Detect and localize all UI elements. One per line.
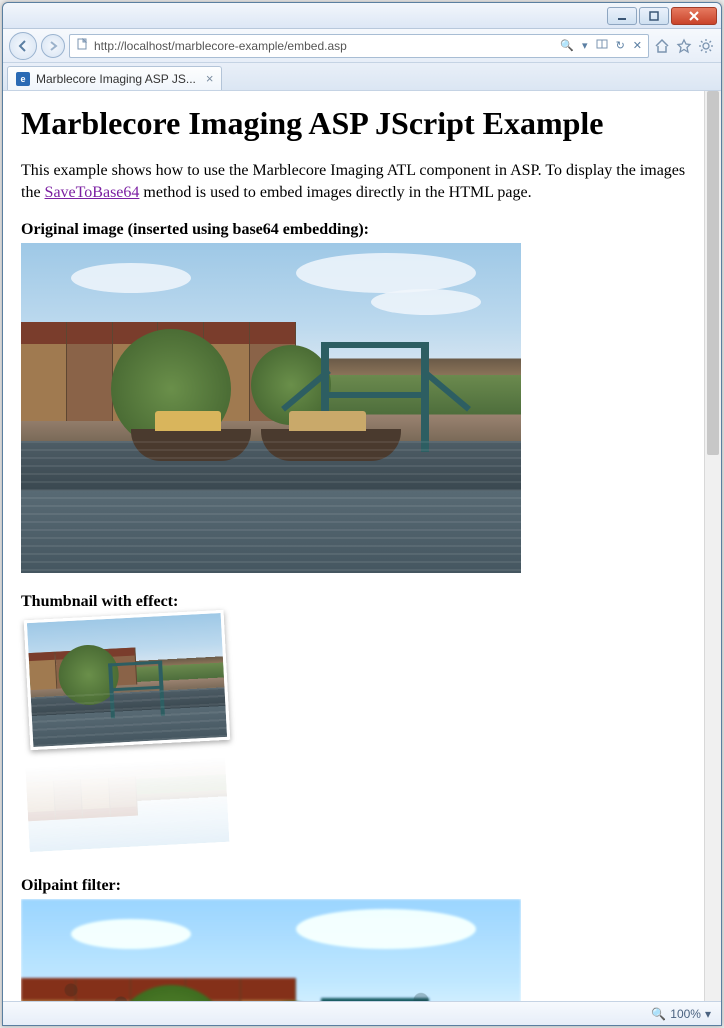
tab-bar: e Marblecore Imaging ASP JS... ×: [3, 63, 721, 91]
original-image: [21, 243, 521, 573]
search-icon[interactable]: 🔍: [558, 39, 576, 52]
refresh-icon[interactable]: ↻: [614, 39, 627, 52]
savetobase64-link[interactable]: SaveToBase64: [45, 184, 140, 201]
address-bar[interactable]: 🔍 ▾ ↻ ✕: [69, 34, 649, 58]
intro-text-after: method is used to embed images directly …: [139, 184, 531, 201]
zoom-icon: 🔍: [651, 1007, 666, 1021]
maximize-button[interactable]: [639, 7, 669, 25]
zoom-dropdown-icon[interactable]: ▾: [705, 1007, 711, 1021]
favorites-icon[interactable]: [675, 37, 693, 55]
minimize-button[interactable]: [607, 7, 637, 25]
zoom-level: 100%: [670, 1007, 701, 1021]
page-icon: [74, 38, 90, 53]
status-bar: 🔍 100% ▾: [3, 1001, 721, 1025]
scrollbar-thumb[interactable]: [707, 91, 719, 455]
browser-window: 🔍 ▾ ↻ ✕ e Marblecore Imaging ASP JS... ×…: [2, 2, 722, 1026]
stop-icon[interactable]: ✕: [631, 39, 644, 52]
zoom-control[interactable]: 🔍 100% ▾: [651, 1007, 711, 1021]
forward-button[interactable]: [41, 34, 65, 58]
compat-view-icon[interactable]: [594, 38, 610, 53]
browser-tab[interactable]: e Marblecore Imaging ASP JS... ×: [7, 66, 222, 90]
browser-navbar: 🔍 ▾ ↻ ✕: [3, 29, 721, 63]
caption-oilpaint: Oilpaint filter:: [21, 877, 703, 895]
tab-close-icon[interactable]: ×: [206, 71, 214, 86]
home-icon[interactable]: [653, 37, 671, 55]
tab-title: Marblecore Imaging ASP JS...: [36, 72, 196, 86]
url-input[interactable]: [94, 39, 554, 53]
tools-icon[interactable]: [697, 37, 715, 55]
intro-paragraph: This example shows how to use the Marble…: [21, 160, 703, 203]
caption-thumbnail: Thumbnail with effect:: [21, 593, 703, 611]
page-viewport: Marblecore Imaging ASP JScript Example T…: [3, 91, 721, 1001]
page-content: Marblecore Imaging ASP JScript Example T…: [3, 91, 721, 1001]
thumbnail-image: [21, 615, 281, 847]
vertical-scrollbar[interactable]: [704, 91, 721, 1001]
oilpaint-image: [21, 899, 521, 1001]
addr-dropdown-icon[interactable]: ▾: [580, 39, 590, 52]
page-title: Marblecore Imaging ASP JScript Example: [21, 105, 703, 142]
close-button[interactable]: [671, 7, 717, 25]
tab-favicon-icon: e: [16, 72, 30, 86]
back-button[interactable]: [9, 32, 37, 60]
window-titlebar: [3, 3, 721, 29]
caption-original: Original image (inserted using base64 em…: [21, 221, 703, 239]
